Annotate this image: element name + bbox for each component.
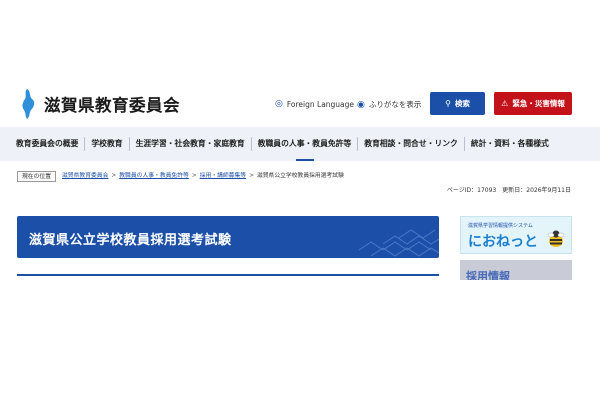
emergency-info-button[interactable]: ⚠ 緊急・災害情報 [494, 92, 572, 115]
breadcrumb-link[interactable]: 滋賀県教育委員会 [62, 173, 108, 179]
banner-title: におねっと [468, 234, 538, 250]
bee-mascot-icon [547, 230, 565, 247]
page-title: 滋賀県公立学校教員採用選考試験 [29, 233, 232, 248]
foreign-language-label: Foreign Language [286, 99, 355, 109]
site-title[interactable]: 滋賀県教育委員会 [44, 92, 180, 116]
lake-biwa-icon [22, 89, 35, 119]
furigana-label: ふりがなを表示 [368, 100, 422, 109]
global-nav: 教育委員会の概要 学校教育 生涯学習・社会教育・家庭教育 教職員の人事・教員免許… [0, 127, 600, 161]
shiga-logo[interactable] [17, 88, 41, 120]
nav-item-overview[interactable]: 教育委員会の概要 [10, 137, 86, 151]
page-meta: ページID：17093 更新日：2026年9月11日 [447, 185, 571, 194]
breadcrumb-badge: 現在の位置 [17, 171, 56, 182]
search-label: 検索 [454, 99, 470, 108]
nav-item-consultation[interactable]: 教育相談・問合せ・リンク [358, 137, 465, 151]
nav-item-personnel[interactable]: 教職員の人事・教員免許等 [252, 137, 359, 161]
nav-item-statistics[interactable]: 統計・資料・各種様式 [465, 137, 555, 151]
nav-item-lifelong-learning[interactable]: 生涯学習・社会教育・家庭教育 [130, 137, 252, 151]
page-id: ページID：17093 [446, 187, 497, 194]
furigana-icon: ◉ [357, 99, 365, 110]
breadcrumb-separator: > [249, 173, 254, 179]
furigana-toggle[interactable]: ◉ ふりがなを表示 [357, 99, 421, 110]
page-title-banner: 滋賀県公立学校教員採用選考試験 [17, 216, 439, 258]
breadcrumb: 滋賀県教育委員会 > 教職員の人事・教員免許等 > 採用・講師募集等 > 滋賀県公立学校教員… [62, 171, 344, 182]
breadcrumb-separator: > [111, 173, 117, 179]
globe-icon: ◎ [275, 99, 283, 109]
alert-icon: ⚠ [501, 99, 509, 108]
banner-caption: 滋賀県学習情報提供システム [468, 223, 533, 229]
breadcrumb-current: 滋賀県公立学校教員採用選考試験 [256, 173, 344, 179]
emergency-label: 緊急・災害情報 [512, 99, 565, 108]
breadcrumb-link[interactable]: 教職員の人事・教員免許等 [119, 173, 189, 179]
breadcrumb-link[interactable]: 採用・講師募集等 [200, 173, 246, 179]
updated-date: 更新日：2026年9月11日 [502, 187, 571, 194]
recruitment-banner-text: 採用情報 [466, 270, 510, 280]
foreign-language-link[interactable]: ◎ Foreign Language [275, 99, 354, 109]
search-button[interactable]: ⚲ 検索 [430, 92, 485, 115]
nionet-banner[interactable]: 滋賀県学習情報提供システム におねっと [460, 216, 572, 254]
breadcrumb-separator: > [191, 173, 197, 179]
search-icon: ⚲ [445, 99, 451, 108]
recruitment-banner[interactable]: 採用情報 [460, 260, 572, 280]
wave-decoration-icon [358, 229, 439, 257]
nav-item-school-education[interactable]: 学校教育 [85, 137, 130, 151]
section-divider [17, 274, 439, 276]
